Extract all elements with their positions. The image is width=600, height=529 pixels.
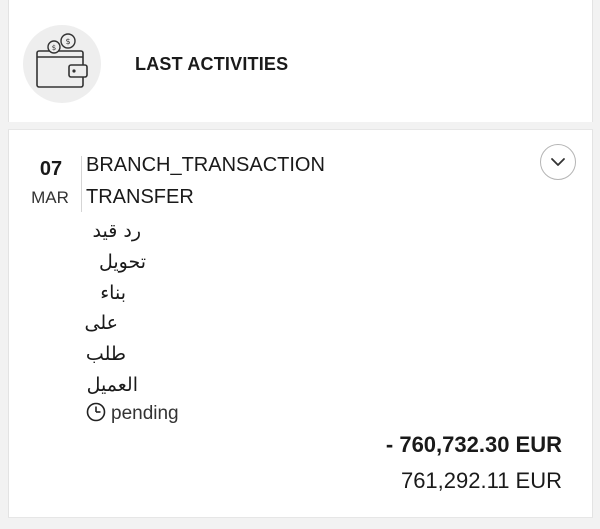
svg-text:$: $	[65, 37, 70, 46]
transaction-date-month: MAR	[31, 188, 69, 207]
chevron-down-icon	[551, 158, 565, 166]
activities-header-card: $ $ LAST ACTIVITIES	[8, 0, 593, 122]
description-line: بناء	[100, 282, 126, 304]
date-divider	[81, 156, 82, 212]
description-line: رد قيد	[92, 220, 141, 242]
status-text: pending	[111, 403, 179, 424]
description-line: على	[84, 312, 118, 334]
description-line: TRANSFER	[86, 186, 194, 208]
description-line: BRANCH_TRANSACTION	[86, 154, 325, 176]
description-line: العميل	[86, 374, 138, 396]
wallet-icon: $ $	[23, 25, 101, 103]
clock-icon	[86, 402, 106, 427]
transaction-amount: - 760,732.30 EUR	[385, 432, 562, 457]
transaction-date-day: 07	[39, 158, 63, 180]
section-title: LAST ACTIVITIES	[135, 54, 289, 74]
description-line: تحويل	[98, 251, 146, 273]
transaction-item[interactable]: 07 MAR BRANCH_TRANSACTION TRANSFER رد قي…	[8, 129, 593, 518]
status-indicator: pending	[86, 402, 179, 426]
account-balance: 761,292.11 EUR	[400, 468, 562, 493]
expand-button[interactable]	[540, 144, 576, 180]
description-line: طلب	[85, 343, 126, 365]
svg-text:$: $	[52, 44, 56, 52]
